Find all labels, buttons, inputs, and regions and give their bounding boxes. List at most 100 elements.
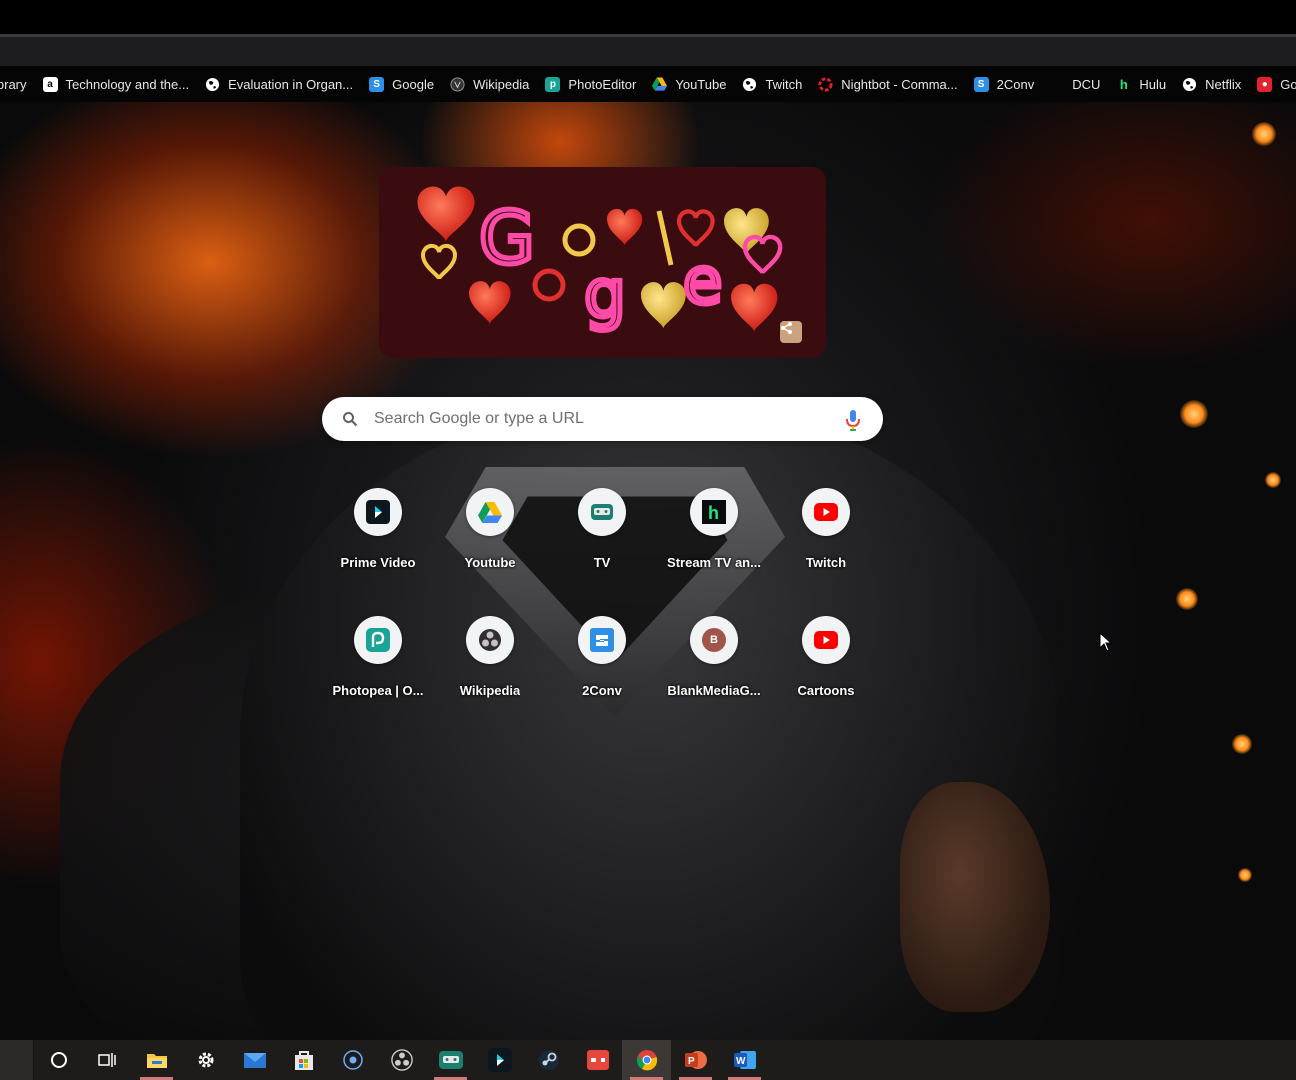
start-button[interactable] bbox=[0, 1040, 34, 1080]
bookmark-photoeditor[interactable]: p PhotoEditor bbox=[537, 70, 644, 98]
taskbar-chrome[interactable] bbox=[622, 1040, 671, 1080]
taskbar-settings[interactable] bbox=[181, 1040, 230, 1080]
shortcut-icon-circle bbox=[354, 488, 402, 536]
ember bbox=[1252, 122, 1276, 146]
taskbar-prime-video[interactable] bbox=[475, 1040, 524, 1080]
2conv-icon: S bbox=[973, 76, 989, 92]
bookmark-google[interactable]: S Google bbox=[361, 70, 442, 98]
ember bbox=[1232, 734, 1252, 754]
bookmark-nightbot[interactable]: Nightbot - Comma... bbox=[810, 70, 965, 98]
hulu-icon: h bbox=[1119, 76, 1128, 92]
nightbot-icon bbox=[818, 76, 833, 92]
shortcut-stream-tv[interactable]: h Stream TV an... bbox=[658, 488, 770, 608]
folder-icon bbox=[146, 1054, 167, 1068]
taskbar-search[interactable] bbox=[34, 1040, 83, 1080]
taskbar-mail[interactable] bbox=[230, 1040, 279, 1080]
bookmark-wikipedia[interactable]: Wikipedia bbox=[442, 70, 537, 98]
doodle-share-button[interactable] bbox=[780, 321, 802, 343]
svg-text:W: W bbox=[736, 1056, 746, 1067]
taskbar-powerpoint[interactable]: P bbox=[671, 1040, 720, 1080]
shortcut-cartoons[interactable]: Cartoons bbox=[770, 616, 882, 736]
tv-bot-icon bbox=[591, 504, 613, 520]
taskbar-game-app[interactable] bbox=[573, 1040, 622, 1080]
letter-avatar-icon: B bbox=[702, 628, 726, 652]
ember bbox=[1176, 588, 1198, 610]
search-box[interactable] bbox=[322, 397, 883, 441]
taskbar-steam[interactable] bbox=[524, 1040, 573, 1080]
tab-strip bbox=[0, 0, 1296, 34]
hulu-icon: h bbox=[702, 500, 726, 524]
shortcut-icon-circle bbox=[578, 616, 626, 664]
doodle-hearts-art: G g e bbox=[417, 186, 783, 336]
bookmark-twitch[interactable]: Twitch bbox=[734, 70, 810, 98]
shortcut-icon-circle bbox=[466, 488, 514, 536]
search-icon bbox=[343, 412, 358, 427]
mail-icon bbox=[243, 1053, 266, 1068]
photopea-icon: p bbox=[545, 76, 561, 92]
gostream-icon: ● bbox=[1257, 76, 1273, 92]
obs-icon bbox=[479, 629, 501, 651]
bookmarks-bar: ibrary aTechnology and the... Evaluation… bbox=[0, 66, 1296, 102]
powerpoint-icon: P bbox=[684, 1051, 707, 1069]
bookmark-2conv[interactable]: S 2Conv bbox=[966, 70, 1043, 98]
ember bbox=[1180, 400, 1208, 428]
youtube-icon bbox=[814, 631, 838, 649]
taskbar-tv-app[interactable] bbox=[426, 1040, 475, 1080]
drive-icon bbox=[478, 501, 502, 523]
task-view-icon bbox=[97, 1053, 116, 1067]
circle-icon bbox=[50, 1052, 67, 1068]
word-icon: W bbox=[733, 1051, 756, 1069]
youtube-icon bbox=[814, 503, 838, 521]
taskbar-store[interactable] bbox=[279, 1040, 328, 1080]
tv-bot-icon bbox=[438, 1051, 463, 1069]
shortcut-wikipedia[interactable]: Wikipedia bbox=[434, 616, 546, 736]
shortcut-photopea[interactable]: Photopea | O... bbox=[322, 616, 434, 736]
taskbar-task-view[interactable] bbox=[83, 1040, 132, 1080]
bookmark-library[interactable]: ibrary bbox=[0, 70, 35, 98]
bookmark-evaluation[interactable]: Evaluation in Organ... bbox=[197, 70, 361, 98]
mouse-cursor-icon bbox=[1099, 632, 1113, 652]
browser-window: ibrary aTechnology and the... Evaluation… bbox=[0, 0, 1296, 1080]
google-doodle[interactable]: G g e bbox=[379, 167, 826, 358]
bookmark-gostream[interactable]: ●GoStream bbox=[1249, 70, 1296, 98]
new-tab-page: G g e Search Google or type a URL Prime … bbox=[0, 102, 1296, 1040]
taskbar-file-explorer[interactable] bbox=[132, 1040, 181, 1080]
2conv-icon: S bbox=[369, 76, 385, 92]
globe-icon bbox=[1182, 77, 1197, 92]
taskbar-obs[interactable] bbox=[377, 1040, 426, 1080]
shortcut-icon-circle bbox=[802, 488, 850, 536]
taskbar-word[interactable]: W bbox=[720, 1040, 769, 1080]
svg-text:h: h bbox=[708, 503, 719, 523]
bookmark-netflix[interactable]: Netflix bbox=[1174, 70, 1249, 98]
shortcut-icon-circle bbox=[466, 616, 514, 664]
windows-taskbar: P W bbox=[0, 1040, 1296, 1080]
steam-icon bbox=[538, 1050, 559, 1070]
bookmark-dcu[interactable]: DCU bbox=[1064, 70, 1108, 98]
svg-text:e: e bbox=[683, 245, 722, 319]
shortcut-youtube[interactable]: Youtube bbox=[434, 488, 546, 608]
shortcut-blankmedia[interactable]: B BlankMediaG... bbox=[658, 616, 770, 736]
taskbar-cortana[interactable] bbox=[328, 1040, 377, 1080]
ember bbox=[1238, 868, 1252, 882]
prime-video-icon bbox=[487, 1048, 512, 1072]
amazon-icon: a bbox=[42, 76, 58, 92]
shortcut-icon-circle bbox=[354, 616, 402, 664]
search-input[interactable] bbox=[374, 397, 824, 441]
bookmark-hulu[interactable]: h Hulu bbox=[1108, 70, 1174, 98]
address-bar-area[interactable] bbox=[0, 34, 1296, 66]
shortcut-icon-circle bbox=[802, 616, 850, 664]
shortcut-twitch[interactable]: Twitch bbox=[770, 488, 882, 608]
bookmark-youtube[interactable]: YouTube bbox=[644, 70, 734, 98]
microphone-icon[interactable] bbox=[844, 409, 862, 431]
shortcut-icon-circle bbox=[578, 488, 626, 536]
shortcut-2conv[interactable]: 2Conv bbox=[546, 616, 658, 736]
chrome-icon bbox=[636, 1050, 657, 1071]
store-icon bbox=[294, 1051, 313, 1070]
wikipedia-icon bbox=[450, 76, 465, 92]
shortcut-prime-video[interactable]: Prime Video bbox=[322, 488, 434, 608]
globe-icon bbox=[742, 77, 757, 92]
2conv-icon bbox=[590, 628, 614, 652]
bookmark-technology[interactable]: a Technology and the... bbox=[35, 70, 198, 98]
shortcut-tv[interactable]: TV bbox=[546, 488, 658, 608]
obs-icon bbox=[390, 1049, 413, 1071]
